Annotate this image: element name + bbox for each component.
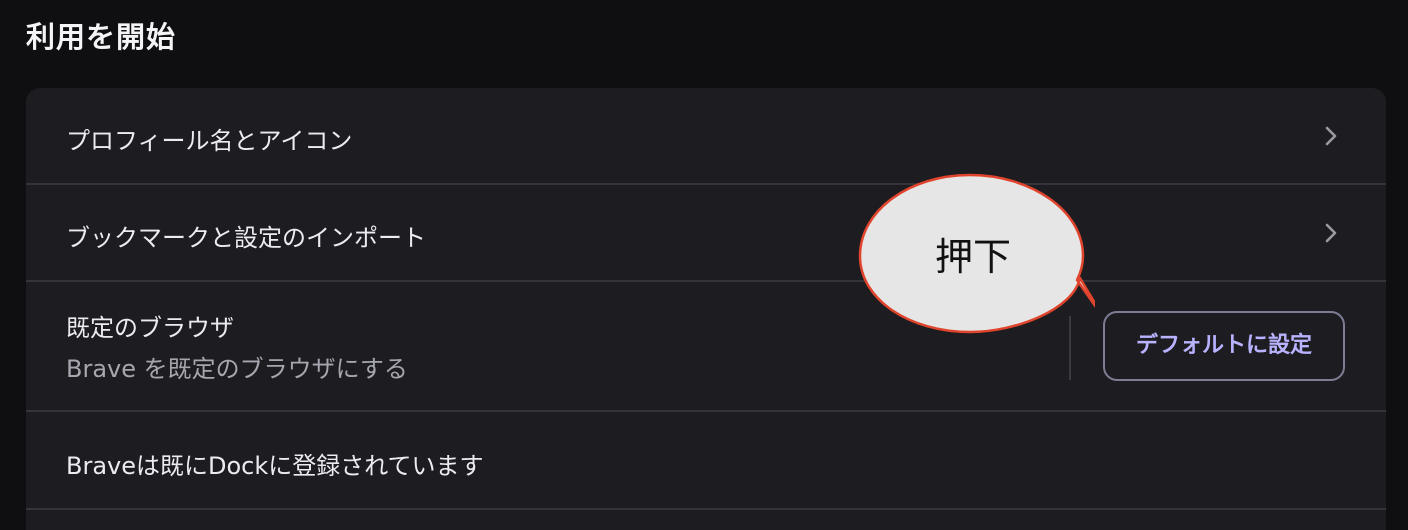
row-label: 既定のブラウザ	[66, 314, 234, 342]
set-as-default-button[interactable]: デフォルトに設定	[1103, 311, 1345, 381]
section-title: 利用を開始	[26, 20, 177, 54]
chevron-right-icon	[1320, 221, 1342, 245]
row-label: ブックマークと設定のインポート	[66, 224, 426, 252]
next-row	[26, 510, 1386, 530]
row-sublabel: Brave を既定のブラウザにする	[66, 355, 408, 383]
default-browser-row: 既定のブラウザ Brave を既定のブラウザにする デフォルトに設定	[26, 282, 1386, 412]
getting-started-card: プロフィール名とアイコン ブックマークと設定のインポート 既定のブラウザ Bra…	[26, 88, 1386, 530]
chevron-right-icon	[1320, 124, 1342, 148]
row-label: Braveは既にDockに登録されています	[66, 452, 484, 480]
row-label: プロフィール名とアイコン	[66, 127, 353, 155]
callout-text: 押下	[934, 235, 1011, 279]
settings-page: 利用を開始 プロフィール名とアイコン ブックマークと設定のインポート 既定のブラ…	[0, 0, 1408, 530]
profile-name-and-icon-row[interactable]: プロフィール名とアイコン	[26, 88, 1386, 185]
dock-status-row: Braveは既にDockに登録されています	[26, 412, 1386, 510]
import-bookmarks-settings-row[interactable]: ブックマークと設定のインポート	[26, 185, 1386, 282]
vertical-divider	[1069, 316, 1071, 380]
